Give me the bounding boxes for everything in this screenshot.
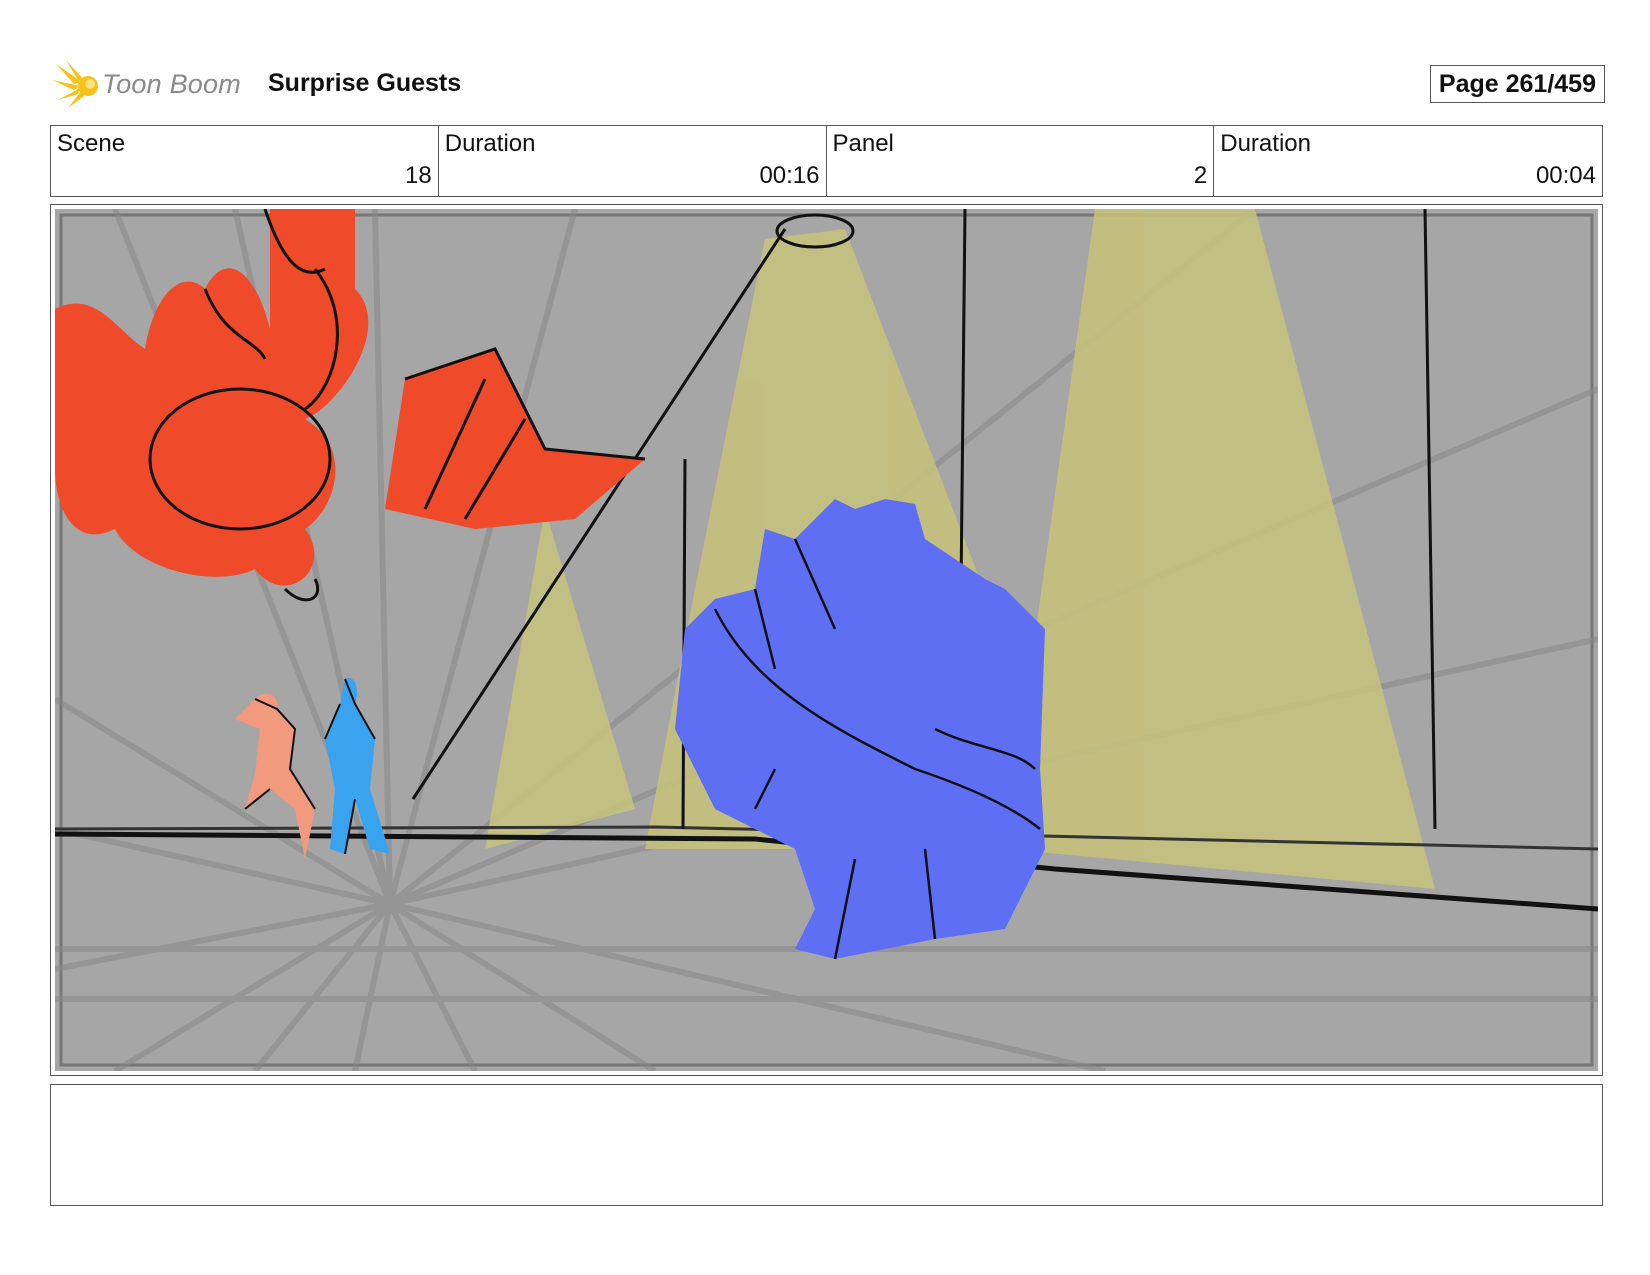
panel-duration-label: Duration [1220, 130, 1311, 157]
logo-text: Toon Boom [102, 68, 241, 99]
scene-cell: Scene 18 [51, 126, 439, 196]
toon-boom-logo: Toon Boom [52, 56, 252, 112]
scene-duration-value: 00:16 [759, 162, 820, 189]
page-header: Toon Boom Surprise Guests Page 261/459 [52, 56, 1605, 112]
panel-label: Panel [832, 130, 894, 157]
panel-drawing [55, 209, 1598, 1071]
project-title: Surprise Guests [268, 69, 462, 97]
scene-info-table: Scene 18 Duration 00:16 Panel 2 Duration… [50, 125, 1603, 197]
panel-duration-value: 00:04 [1535, 162, 1596, 189]
scene-duration-cell: Duration 00:16 [439, 126, 827, 196]
panel-cell: Panel 2 [827, 126, 1215, 196]
panel-duration-cell: Duration 00:04 [1214, 126, 1602, 196]
starburst-icon [52, 60, 98, 108]
scene-label: Scene [57, 130, 126, 157]
panel-value: 2 [1193, 162, 1208, 189]
storyboard-panel[interactable] [50, 204, 1603, 1076]
panel-notes[interactable] [50, 1084, 1603, 1206]
page-indicator: Page 261/459 [1429, 65, 1605, 103]
scene-duration-label: Duration [444, 130, 536, 157]
scene-value: 18 [405, 162, 432, 189]
